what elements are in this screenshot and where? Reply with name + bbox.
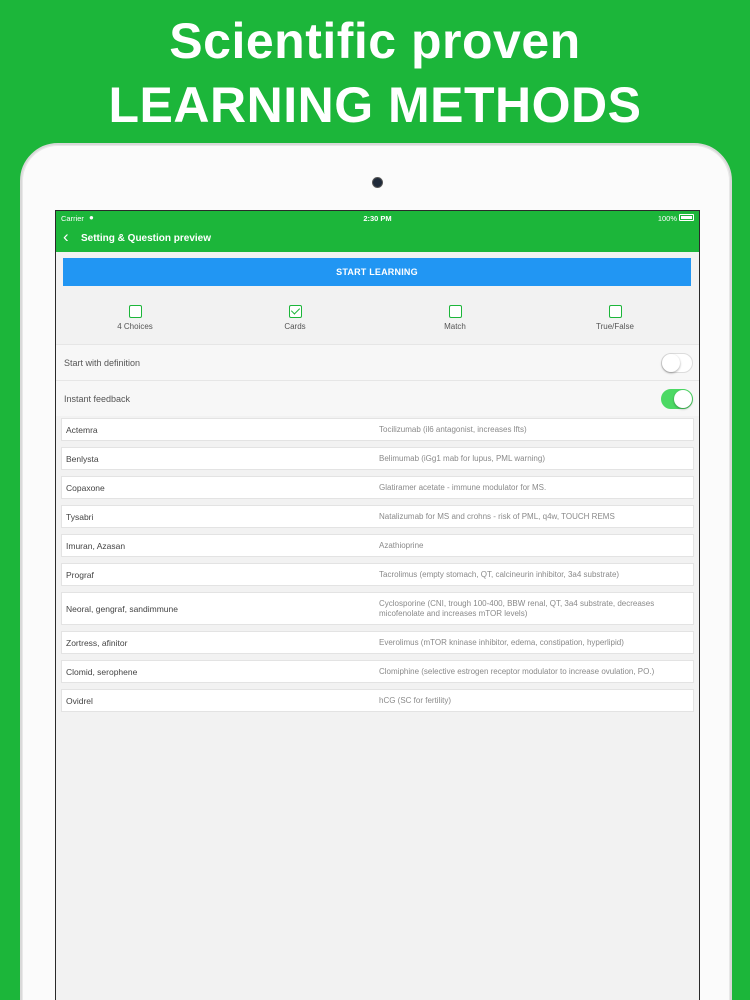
setting-label: Instant feedback (64, 393, 131, 404)
setting-instant-feedback: Instant feedback (56, 380, 699, 416)
toggle-knob (674, 390, 692, 408)
card-definition: Cyclosporine (CNI, trough 100-400, BBW r… (379, 598, 655, 618)
mode-true-false[interactable]: True/False (565, 305, 665, 331)
card-row[interactable]: Tysabri Natalizumab for MS and crohns - … (61, 505, 694, 528)
card-row[interactable]: Benlysta Belimumab (iGg1 mab for lupus, … (61, 447, 694, 470)
card-definition: Tacrolimus (empty stomach, QT, calcineur… (379, 569, 620, 579)
card-definition: Natalizumab for MS and crohns - risk of … (379, 511, 615, 521)
promo-headline: Scientific proven LEARNING METHODS (0, 10, 750, 136)
card-row[interactable]: Ovidrel hCG (SC for fertility) (61, 689, 694, 712)
battery-percent: 100% (657, 214, 677, 223)
card-row[interactable]: Actemra Tocilizumab (il6 antagonist, inc… (61, 418, 694, 441)
card-row[interactable]: Imuran, Azasan Azathioprine (61, 534, 694, 557)
mode-label: 4 Choices (117, 322, 153, 331)
card-term: Actemra (66, 424, 98, 435)
card-term: Copaxone (66, 482, 105, 493)
mode-match[interactable]: Match (405, 305, 505, 331)
card-row[interactable]: Clomid, serophene Clomiphine (selective … (61, 660, 694, 683)
mode-4-choices[interactable]: 4 Choices (85, 305, 185, 331)
start-with-definition-toggle[interactable] (661, 353, 693, 373)
mode-label: Match (444, 322, 466, 331)
checkbox[interactable] (128, 305, 142, 318)
card-row[interactable]: Prograf Tacrolimus (empty stomach, QT, c… (61, 563, 694, 586)
mode-label: Cards (284, 322, 306, 331)
card-term: Clomid, serophene (66, 666, 138, 677)
card-definition: Clomiphine (selective estrogen receptor … (379, 666, 655, 676)
card-definition: Glatiramer acetate - immune modulator fo… (379, 482, 547, 492)
instant-feedback-toggle[interactable] (661, 389, 693, 409)
card-list: Actemra Tocilizumab (il6 antagonist, inc… (61, 418, 694, 718)
chevron-left-icon[interactable]: ‹ (63, 228, 69, 246)
card-definition: Everolimus (mTOR kninase inhibitor, edem… (379, 637, 624, 647)
camera-icon (372, 177, 383, 188)
card-row[interactable]: Copaxone Glatiramer acetate - immune mod… (61, 476, 694, 499)
checkbox[interactable] (608, 305, 622, 318)
app-screen: Carrier ● 2:30 PM 100% ‹ Setting & Quest… (55, 210, 700, 1000)
mode-selector: 4 Choices Cards Match True/False (56, 291, 699, 343)
page-title: Setting & Question preview (81, 233, 212, 244)
status-bar: Carrier ● 2:30 PM 100% (56, 211, 699, 225)
card-term: Neoral, gengraf, sandimmune (66, 603, 178, 614)
card-term: Tysabri (66, 511, 94, 522)
card-term: Zortress, afinitor (66, 637, 128, 648)
checkbox[interactable] (448, 305, 462, 318)
card-definition: hCG (SC for fertility) (379, 695, 452, 705)
mode-label: True/False (596, 322, 634, 331)
card-term: Prograf (66, 569, 94, 580)
headline-line-2: LEARNING METHODS (108, 77, 642, 133)
card-definition: Azathioprine (379, 540, 424, 550)
card-definition: Tocilizumab (il6 antagonist, increases l… (379, 424, 527, 434)
headline-line-1: Scientific proven (169, 13, 581, 69)
toggle-knob (662, 354, 680, 372)
card-term: Imuran, Azasan (66, 540, 126, 551)
card-term: Benlysta (66, 453, 99, 464)
setting-label: Start with definition (64, 357, 141, 368)
start-learning-button[interactable]: START LEARNING (63, 258, 691, 286)
card-definition: Belimumab (iGg1 mab for lupus, PML warni… (379, 453, 545, 463)
card-row[interactable]: Neoral, gengraf, sandimmune Cyclosporine… (61, 592, 694, 625)
card-row[interactable]: Zortress, afinitor Everolimus (mTOR knin… (61, 631, 694, 654)
mode-cards[interactable]: Cards (245, 305, 345, 331)
status-time: 2:30 PM (363, 214, 392, 223)
nav-bar: ‹ Setting & Question preview (56, 225, 699, 252)
setting-start-with-definition: Start with definition (56, 344, 699, 380)
battery-icon (679, 214, 694, 221)
checkbox[interactable] (288, 305, 302, 318)
card-term: Ovidrel (66, 695, 93, 706)
tablet-frame: Carrier ● 2:30 PM 100% ‹ Setting & Quest… (20, 143, 732, 1000)
